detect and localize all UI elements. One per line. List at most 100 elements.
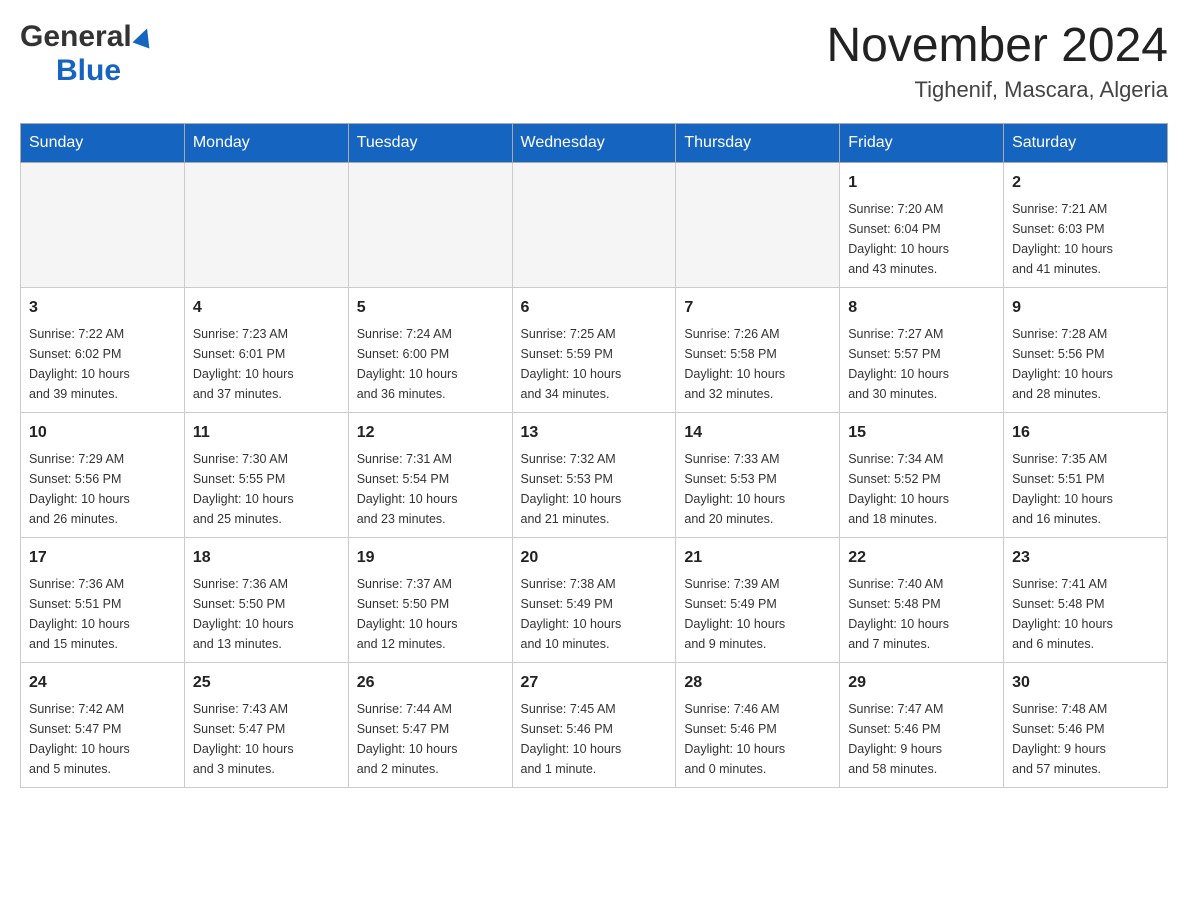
calendar-cell: 23 Sunrise: 7:41 AMSunset: 5:48 PMDayligh… [1004,537,1168,662]
calendar-cell: 30 Sunrise: 7:48 AMSunset: 5:46 PMDayligh… [1004,662,1168,787]
day-info: Sunrise: 7:21 AMSunset: 6:03 PMDaylight:… [1012,199,1159,279]
calendar-cell: 9 Sunrise: 7:28 AMSunset: 5:56 PMDaylight… [1004,287,1168,412]
calendar-cell: 22 Sunrise: 7:40 AMSunset: 5:48 PMDayligh… [840,537,1004,662]
header-monday: Monday [184,123,348,162]
day-info: Sunrise: 7:46 AMSunset: 5:46 PMDaylight:… [684,699,831,779]
day-info: Sunrise: 7:42 AMSunset: 5:47 PMDaylight:… [29,699,176,779]
day-info: Sunrise: 7:43 AMSunset: 5:47 PMDaylight:… [193,699,340,779]
day-number: 3 [29,296,176,320]
calendar-cell: 18 Sunrise: 7:36 AMSunset: 5:50 PMDayligh… [184,537,348,662]
day-info: Sunrise: 7:38 AMSunset: 5:49 PMDaylight:… [521,574,668,654]
calendar-cell [184,162,348,287]
day-info: Sunrise: 7:39 AMSunset: 5:49 PMDaylight:… [684,574,831,654]
day-number: 6 [521,296,668,320]
calendar-cell: 29 Sunrise: 7:47 AMSunset: 5:46 PMDayligh… [840,662,1004,787]
calendar-cell: 24Sunrise: 7:42 AMSunset: 5:47 PMDayligh… [21,662,185,787]
calendar-cell: 6 Sunrise: 7:25 AMSunset: 5:59 PMDaylight… [512,287,676,412]
calendar-cell [676,162,840,287]
calendar-week-row: 3 Sunrise: 7:22 AMSunset: 6:02 PMDaylight… [21,287,1168,412]
header-saturday: Saturday [1004,123,1168,162]
title-section: November 2024 Tighenif, Mascara, Algeria [826,20,1168,103]
calendar-week-row: 24Sunrise: 7:42 AMSunset: 5:47 PMDayligh… [21,662,1168,787]
day-info: Sunrise: 7:36 AMSunset: 5:51 PMDaylight:… [29,574,176,654]
day-number: 1 [848,171,995,195]
day-info: Sunrise: 7:35 AMSunset: 5:51 PMDaylight:… [1012,449,1159,529]
day-number: 26 [357,671,504,695]
day-info: Sunrise: 7:37 AMSunset: 5:50 PMDaylight:… [357,574,504,654]
day-info: Sunrise: 7:47 AMSunset: 5:46 PMDaylight:… [848,699,995,779]
calendar-cell: 21 Sunrise: 7:39 AMSunset: 5:49 PMDayligh… [676,537,840,662]
calendar-cell: 27 Sunrise: 7:45 AMSunset: 5:46 PMDayligh… [512,662,676,787]
day-number: 29 [848,671,995,695]
day-number: 23 [1012,546,1159,570]
day-number: 19 [357,546,504,570]
day-info: Sunrise: 7:28 AMSunset: 5:56 PMDaylight:… [1012,324,1159,404]
logo-blue-text: Blue [56,54,121,87]
calendar-cell: 8 Sunrise: 7:27 AMSunset: 5:57 PMDaylight… [840,287,1004,412]
calendar-cell: 26Sunrise: 7:44 AMSunset: 5:47 PMDayligh… [348,662,512,787]
day-number: 7 [684,296,831,320]
day-info: Sunrise: 7:29 AMSunset: 5:56 PMDaylight:… [29,449,176,529]
day-number: 22 [848,546,995,570]
day-info: Sunrise: 7:45 AMSunset: 5:46 PMDaylight:… [521,699,668,779]
day-number: 17 [29,546,176,570]
day-number: 14 [684,421,831,445]
day-info: Sunrise: 7:40 AMSunset: 5:48 PMDaylight:… [848,574,995,654]
day-number: 12 [357,421,504,445]
day-number: 8 [848,296,995,320]
header-friday: Friday [840,123,1004,162]
day-info: Sunrise: 7:36 AMSunset: 5:50 PMDaylight:… [193,574,340,654]
calendar-cell: 28 Sunrise: 7:46 AMSunset: 5:46 PMDayligh… [676,662,840,787]
day-number: 30 [1012,671,1159,695]
day-number: 21 [684,546,831,570]
calendar-cell: 7 Sunrise: 7:26 AMSunset: 5:58 PMDaylight… [676,287,840,412]
calendar-cell: 16 Sunrise: 7:35 AMSunset: 5:51 PMDayligh… [1004,412,1168,537]
calendar-cell [512,162,676,287]
header-wednesday: Wednesday [512,123,676,162]
day-info: Sunrise: 7:22 AMSunset: 6:02 PMDaylight:… [29,324,176,404]
month-year-title: November 2024 [826,20,1168,73]
day-info: Sunrise: 7:27 AMSunset: 5:57 PMDaylight:… [848,324,995,404]
day-info: Sunrise: 7:30 AMSunset: 5:55 PMDaylight:… [193,449,340,529]
calendar-header-row: Sunday Monday Tuesday Wednesday Thursday… [21,123,1168,162]
logo: General Blue [20,20,153,88]
calendar-table: Sunday Monday Tuesday Wednesday Thursday… [20,123,1168,788]
calendar-cell: 15Sunrise: 7:34 AMSunset: 5:52 PMDayligh… [840,412,1004,537]
calendar-cell: 11 Sunrise: 7:30 AMSunset: 5:55 PMDayligh… [184,412,348,537]
day-number: 25 [193,671,340,695]
header-thursday: Thursday [676,123,840,162]
calendar-cell: 4Sunrise: 7:23 AMSunset: 6:01 PMDaylight… [184,287,348,412]
calendar-cell: 2Sunrise: 7:21 AMSunset: 6:03 PMDaylight… [1004,162,1168,287]
logo-general-text: General [20,20,132,54]
day-info: Sunrise: 7:34 AMSunset: 5:52 PMDaylight:… [848,449,995,529]
header-tuesday: Tuesday [348,123,512,162]
day-info: Sunrise: 7:41 AMSunset: 5:48 PMDaylight:… [1012,574,1159,654]
day-number: 28 [684,671,831,695]
calendar-cell: 17 Sunrise: 7:36 AMSunset: 5:51 PMDayligh… [21,537,185,662]
calendar-cell: 25 Sunrise: 7:43 AMSunset: 5:47 PMDayligh… [184,662,348,787]
calendar-cell: 14 Sunrise: 7:33 AMSunset: 5:53 PMDayligh… [676,412,840,537]
day-info: Sunrise: 7:25 AMSunset: 5:59 PMDaylight:… [521,324,668,404]
day-number: 18 [193,546,340,570]
day-info: Sunrise: 7:48 AMSunset: 5:46 PMDaylight:… [1012,699,1159,779]
calendar-week-row: 10Sunrise: 7:29 AMSunset: 5:56 PMDayligh… [21,412,1168,537]
day-number: 27 [521,671,668,695]
day-info: Sunrise: 7:33 AMSunset: 5:53 PMDaylight:… [684,449,831,529]
calendar-cell: 12 Sunrise: 7:31 AMSunset: 5:54 PMDayligh… [348,412,512,537]
day-number: 9 [1012,296,1159,320]
location-subtitle: Tighenif, Mascara, Algeria [826,77,1168,103]
calendar-cell [348,162,512,287]
day-info: Sunrise: 7:31 AMSunset: 5:54 PMDaylight:… [357,449,504,529]
calendar-cell: 20Sunrise: 7:38 AMSunset: 5:49 PMDayligh… [512,537,676,662]
calendar-week-row: 1 Sunrise: 7:20 AMSunset: 6:04 PMDaylight… [21,162,1168,287]
calendar-cell: 1 Sunrise: 7:20 AMSunset: 6:04 PMDaylight… [840,162,1004,287]
day-info: Sunrise: 7:23 AMSunset: 6:01 PMDaylight:… [193,324,340,404]
day-number: 16 [1012,421,1159,445]
day-info: Sunrise: 7:32 AMSunset: 5:53 PMDaylight:… [521,449,668,529]
day-info: Sunrise: 7:26 AMSunset: 5:58 PMDaylight:… [684,324,831,404]
day-info: Sunrise: 7:20 AMSunset: 6:04 PMDaylight:… [848,199,995,279]
day-number: 11 [193,421,340,445]
calendar-cell: 19 Sunrise: 7:37 AMSunset: 5:50 PMDayligh… [348,537,512,662]
day-info: Sunrise: 7:24 AMSunset: 6:00 PMDaylight:… [357,324,504,404]
calendar-cell: 5Sunrise: 7:24 AMSunset: 6:00 PMDaylight… [348,287,512,412]
